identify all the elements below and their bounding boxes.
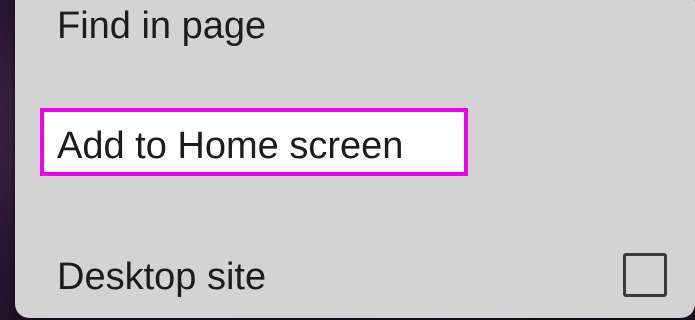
desktop-site-checkbox[interactable] xyxy=(623,253,667,297)
menu-item-label: Find in page xyxy=(57,5,267,47)
menu-item-label: Desktop site xyxy=(57,256,267,298)
menu-item-label: Add to Home screen xyxy=(57,125,404,167)
overflow-menu: Find in page Add to Home screen Desktop … xyxy=(15,0,695,318)
menu-item-desktop-site[interactable]: Desktop site xyxy=(15,233,695,303)
menu-item-add-to-home-screen[interactable]: Add to Home screen xyxy=(15,96,695,176)
menu-item-find-in-page[interactable]: Find in page xyxy=(15,0,695,58)
